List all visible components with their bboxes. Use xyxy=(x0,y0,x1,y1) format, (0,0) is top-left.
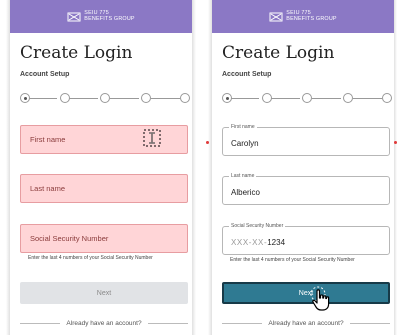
step-5-dot xyxy=(382,93,392,103)
page-subtitle: Account Setup xyxy=(222,71,272,78)
next-button[interactable]: Next xyxy=(222,282,390,304)
app-header: SEIU 775 BENEFITS GROUP xyxy=(212,0,394,33)
step-5-dot xyxy=(180,93,190,103)
ssn-helper-text: Enter the last 4 numbers of your Social … xyxy=(230,257,355,263)
progress-stepper xyxy=(222,93,392,103)
login-link-row: Already have an account? xyxy=(222,318,391,328)
indicator-dot xyxy=(206,141,209,144)
first-name-value: Carolyn xyxy=(231,139,259,148)
step-1-dot xyxy=(20,93,30,103)
login-link-row: Already have an account? xyxy=(20,318,189,328)
text-cursor-icon xyxy=(142,128,162,148)
panel-shadow xyxy=(192,0,196,335)
already-have-account-link[interactable]: Already have an account? xyxy=(66,320,141,327)
brand-logo: SEIU 775 BENEFITS GROUP xyxy=(67,10,135,23)
step-3-dot xyxy=(302,93,312,103)
first-name-label: First name xyxy=(229,124,257,130)
last-name-placeholder: Last name xyxy=(30,184,66,193)
brand-logo: SEIU 775 BENEFITS GROUP xyxy=(269,10,337,23)
step-1-dot xyxy=(222,93,232,103)
brand-line2: BENEFITS GROUP xyxy=(84,15,135,22)
step-4-dot xyxy=(343,93,353,103)
divider xyxy=(349,322,391,324)
page-title: Create Login xyxy=(20,43,133,63)
ssn-field[interactable]: Social Security Number XXX-XX-1234 xyxy=(222,223,390,255)
page-subtitle: Account Setup xyxy=(20,71,70,78)
already-have-account-link[interactable]: Already have an account? xyxy=(268,320,343,327)
ssn-helper-text: Enter the last 4 numbers of your Social … xyxy=(28,255,153,261)
brand-line2: BENEFITS GROUP xyxy=(286,15,337,22)
ssn-last4: 1234 xyxy=(267,238,286,247)
step-3-dot xyxy=(100,93,110,103)
last-name-input[interactable]: Last name xyxy=(20,174,188,203)
step-2-dot xyxy=(60,93,70,103)
first-name-input[interactable]: First name xyxy=(20,125,188,154)
ssn-label: Social Security Number xyxy=(229,223,286,229)
ssn-placeholder: Social Security Number xyxy=(30,234,109,243)
create-login-screen-empty: SEIU 775 BENEFITS GROUP Create Login Acc… xyxy=(10,0,192,335)
next-button[interactable]: Next xyxy=(20,282,188,304)
ssn-value: XXX-XX-1234 xyxy=(231,238,285,247)
divider xyxy=(147,322,189,324)
progress-stepper xyxy=(20,93,190,103)
ssn-mask: XXX-XX- xyxy=(231,238,268,247)
page-title: Create Login xyxy=(222,43,335,63)
hand-pointer-icon xyxy=(309,285,335,313)
create-login-screen-filled: SEIU 775 BENEFITS GROUP Create Login Acc… xyxy=(212,0,394,335)
step-4-dot xyxy=(141,93,151,103)
divider xyxy=(222,322,263,324)
divider xyxy=(20,322,61,324)
last-name-field[interactable]: Last name Alberico xyxy=(222,173,390,205)
logo-mark-icon xyxy=(269,11,283,23)
logo-mark-icon xyxy=(67,11,81,23)
last-name-value: Alberico xyxy=(231,188,260,197)
first-name-placeholder: First name xyxy=(30,135,66,144)
step-2-dot xyxy=(262,93,272,103)
first-name-field[interactable]: First name Carolyn xyxy=(222,124,390,156)
last-name-label: Last name xyxy=(229,173,257,179)
ssn-input[interactable]: Social Security Number xyxy=(20,224,188,253)
app-header: SEIU 775 BENEFITS GROUP xyxy=(10,0,192,33)
